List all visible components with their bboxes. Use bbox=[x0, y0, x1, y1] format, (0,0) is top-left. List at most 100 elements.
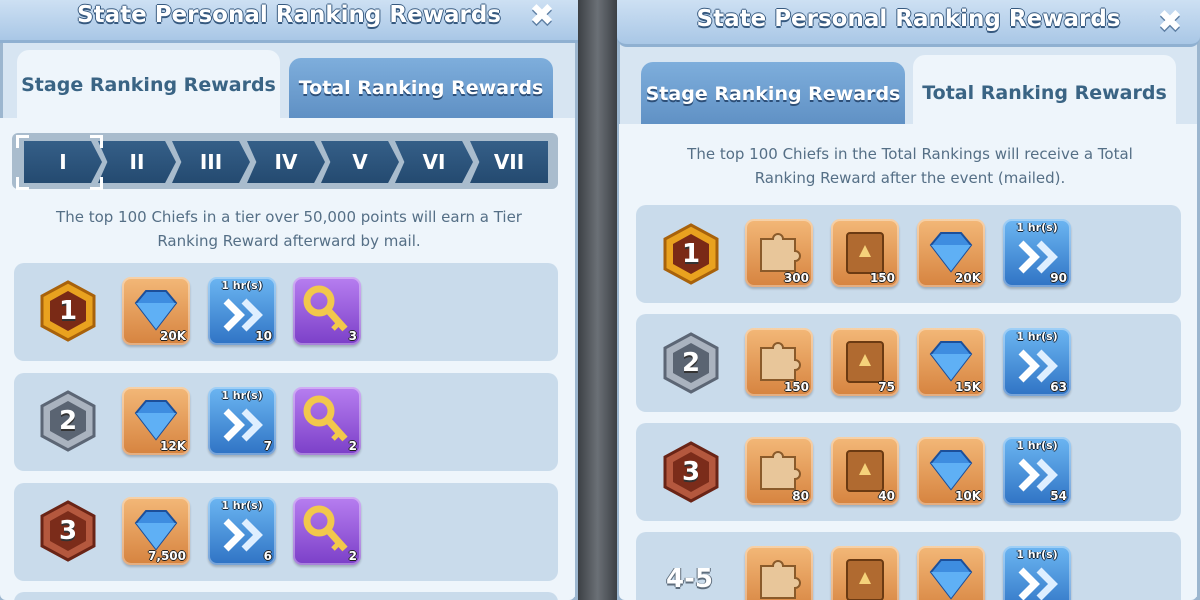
speedup-duration: 1 hr(s) bbox=[1016, 221, 1058, 234]
item-quantity: 150 bbox=[869, 271, 895, 285]
total-rewards-panel: State Personal Ranking Rewards ✖ Stage R… bbox=[617, 0, 1200, 600]
rank-range-text: 4-5 bbox=[666, 564, 713, 594]
tab-total-ranking-rewards[interactable]: Total Ranking Rewards bbox=[289, 58, 553, 118]
rank-number: 1 bbox=[58, 296, 78, 326]
item-quantity: 75 bbox=[878, 380, 895, 394]
tab-stage-ranking-rewards[interactable]: Stage Ranking Rewards bbox=[17, 50, 280, 120]
diamond-icon bbox=[929, 559, 973, 600]
description-line: Ranking Reward after the event (mailed). bbox=[754, 169, 1066, 187]
speedup-duration: 1 hr(s) bbox=[1016, 330, 1058, 343]
tier-button-v[interactable]: V bbox=[321, 141, 399, 183]
speedup-icon bbox=[223, 408, 263, 442]
reward-row-rank-3: 3 7,500 1 hr(s) 6 2 bbox=[14, 483, 558, 581]
reward-item-speedup[interactable]: 1 hr(s) 54 bbox=[1003, 437, 1071, 505]
item-quantity: 2 bbox=[348, 439, 357, 453]
reward-item-puzzle[interactable] bbox=[745, 546, 813, 600]
item-quantity: 90 bbox=[1050, 271, 1067, 285]
rank-number: 2 bbox=[58, 406, 78, 436]
tier-button-vii[interactable]: VII bbox=[470, 141, 548, 183]
speedup-duration: 1 hr(s) bbox=[221, 389, 263, 402]
reward-item-book[interactable] bbox=[831, 546, 899, 600]
tab-stage-ranking-rewards[interactable]: Stage Ranking Rewards bbox=[641, 62, 905, 126]
close-icon[interactable]: ✖ bbox=[526, 0, 558, 32]
tier-selector: I II III IV V VI VII bbox=[12, 133, 558, 190]
item-quantity: 10 bbox=[255, 329, 272, 343]
reward-item-diamond[interactable] bbox=[917, 546, 985, 600]
reward-item-book[interactable]: 150 bbox=[831, 219, 899, 287]
reward-row-rank-1: 1 300 150 20K 1 hr(s) 90 bbox=[636, 205, 1181, 303]
item-quantity: 15K bbox=[955, 380, 981, 394]
item-quantity: 80 bbox=[792, 489, 809, 503]
tier-button-iii[interactable]: III bbox=[172, 141, 250, 183]
item-quantity: 54 bbox=[1050, 489, 1067, 503]
reward-item-diamond[interactable]: 12K bbox=[122, 387, 190, 455]
item-quantity: 300 bbox=[783, 271, 809, 285]
reward-item-diamond[interactable]: 7,500 bbox=[122, 497, 190, 565]
rank-1-gold-badge: 1 bbox=[37, 280, 99, 342]
reward-item-speedup[interactable]: 1 hr(s) bbox=[1003, 546, 1071, 600]
reward-row-rank-4-5: 4-5 1 hr(s) bbox=[636, 532, 1181, 600]
reward-item-speedup[interactable]: 1 hr(s) 90 bbox=[1003, 219, 1071, 287]
title-bar: State Personal Ranking Rewards ✖ bbox=[0, 0, 578, 43]
item-quantity: 40 bbox=[878, 489, 895, 503]
panel-title: State Personal Ranking Rewards bbox=[696, 6, 1121, 32]
reward-item-speedup[interactable]: 1 hr(s) 63 bbox=[1003, 328, 1071, 396]
tier-button-vi[interactable]: VI bbox=[395, 141, 473, 183]
item-quantity: 6 bbox=[263, 549, 272, 563]
close-icon[interactable]: ✖ bbox=[1154, 6, 1186, 38]
reward-item-book[interactable]: 40 bbox=[831, 437, 899, 505]
item-quantity: 20K bbox=[160, 329, 186, 343]
reward-row-rank-1: 1 20K 1 hr(s) 10 3 bbox=[14, 263, 558, 361]
reward-item-speedup[interactable]: 1 hr(s) 6 bbox=[208, 497, 276, 565]
speedup-duration: 1 hr(s) bbox=[221, 499, 263, 512]
reward-item-puzzle[interactable]: 80 bbox=[745, 437, 813, 505]
item-quantity: 10K bbox=[955, 489, 981, 503]
reward-item-diamond[interactable]: 20K bbox=[917, 219, 985, 287]
panel-divider bbox=[578, 0, 617, 600]
tier-button-ii[interactable]: II bbox=[98, 141, 176, 183]
stage-rewards-panel: State Personal Ranking Rewards ✖ Stage R… bbox=[0, 0, 578, 600]
item-quantity: 150 bbox=[783, 380, 809, 394]
reward-row-rank-3: 3 80 40 10K 1 hr(s) 54 bbox=[636, 423, 1181, 521]
reward-row-rank-2: 2 12K 1 hr(s) 7 2 bbox=[14, 373, 558, 471]
selection-corner bbox=[90, 135, 103, 148]
rank-3-bronze-badge: 3 bbox=[37, 500, 99, 562]
reward-item-diamond[interactable]: 20K bbox=[122, 277, 190, 345]
rank-2-silver-badge: 2 bbox=[660, 332, 722, 394]
tier-button-iv[interactable]: IV bbox=[247, 141, 325, 183]
speedup-icon bbox=[223, 518, 263, 552]
selection-corner bbox=[16, 177, 29, 190]
item-quantity: 7,500 bbox=[148, 549, 186, 563]
item-quantity: 7 bbox=[263, 439, 272, 453]
reward-item-key[interactable]: 2 bbox=[293, 497, 361, 565]
selection-corner bbox=[90, 177, 103, 190]
reward-item-book[interactable]: 75 bbox=[831, 328, 899, 396]
tab-total-ranking-rewards[interactable]: Total Ranking Rewards bbox=[913, 55, 1176, 130]
description-line: Ranking Reward afterward by mail. bbox=[157, 232, 421, 250]
rank-number: 3 bbox=[58, 516, 78, 546]
reward-item-key[interactable]: 3 bbox=[293, 277, 361, 345]
puzzle-icon bbox=[760, 560, 801, 599]
reward-item-speedup[interactable]: 1 hr(s) 7 bbox=[208, 387, 276, 455]
reward-item-puzzle[interactable]: 150 bbox=[745, 328, 813, 396]
description-line: The top 100 Chiefs in a tier over 50,000… bbox=[56, 208, 522, 226]
reward-item-puzzle[interactable]: 300 bbox=[745, 219, 813, 287]
item-quantity: 63 bbox=[1050, 380, 1067, 394]
reward-item-key[interactable]: 2 bbox=[293, 387, 361, 455]
reward-item-speedup[interactable]: 1 hr(s) 10 bbox=[208, 277, 276, 345]
book-icon bbox=[846, 559, 884, 600]
reward-item-diamond[interactable]: 15K bbox=[917, 328, 985, 396]
description-line: The top 100 Chiefs in the Total Rankings… bbox=[687, 145, 1133, 163]
reward-item-diamond[interactable]: 10K bbox=[917, 437, 985, 505]
reward-row-rank-2: 2 150 75 15K 1 hr(s) 63 bbox=[636, 314, 1181, 412]
panel-title: State Personal Ranking Rewards bbox=[77, 2, 501, 28]
item-quantity: 12K bbox=[160, 439, 186, 453]
rank-number: 1 bbox=[681, 239, 701, 269]
item-quantity: 20K bbox=[955, 271, 981, 285]
speedup-icon bbox=[1018, 567, 1058, 600]
title-bar: State Personal Ranking Rewards ✖ bbox=[617, 0, 1200, 47]
rank-2-silver-badge: 2 bbox=[37, 390, 99, 452]
reward-description: The top 100 Chiefs in the Total Rankings… bbox=[627, 142, 1193, 190]
speedup-duration: 1 hr(s) bbox=[221, 279, 263, 292]
speedup-duration: 1 hr(s) bbox=[1016, 439, 1058, 452]
